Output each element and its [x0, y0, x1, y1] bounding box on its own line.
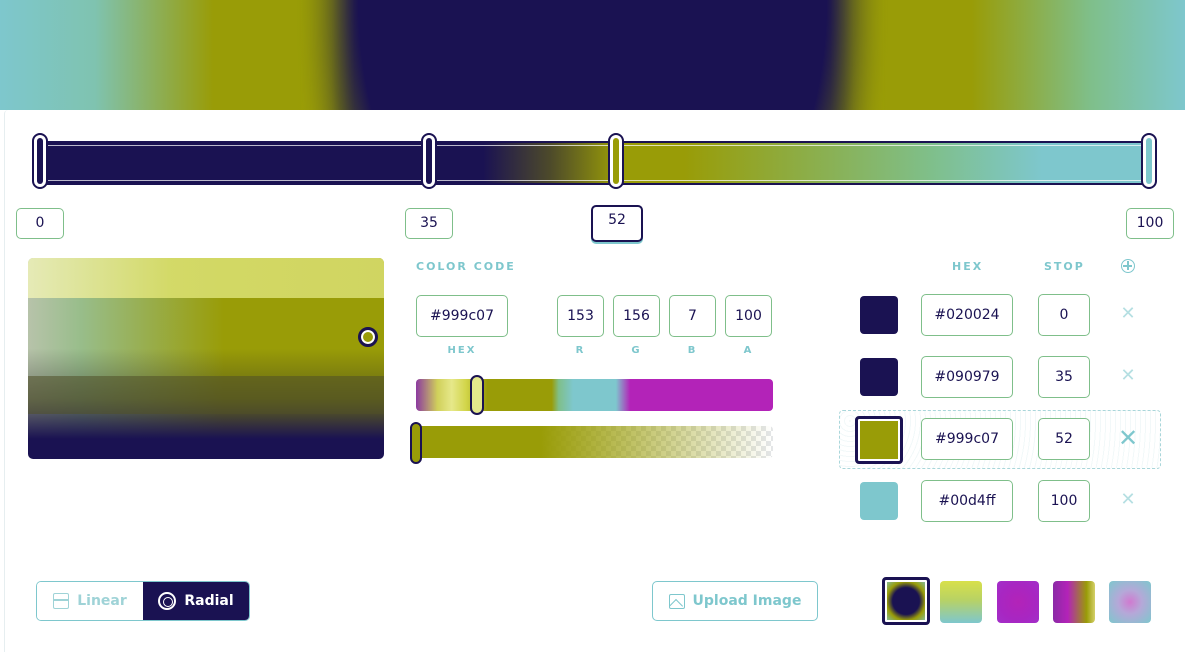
- remove-stop-icon[interactable]: ✕: [1118, 490, 1138, 510]
- stop-hex-input[interactable]: #00d4ff: [921, 480, 1013, 522]
- linear-label: Linear: [77, 593, 127, 609]
- alpha-slider-thumb[interactable]: [410, 422, 422, 464]
- stop-position-label[interactable]: 0: [16, 208, 64, 239]
- gradient-preview: [0, 0, 1185, 110]
- stop-column-header: STOP: [1044, 260, 1085, 273]
- blue-input[interactable]: 7: [669, 295, 716, 337]
- gradient-track[interactable]: [34, 141, 1156, 185]
- stop-hex-input[interactable]: #020024: [921, 294, 1013, 336]
- linear-icon: [53, 593, 70, 609]
- stop-position-input[interactable]: 0: [1038, 294, 1090, 336]
- hex-column-header: HEX: [952, 260, 984, 273]
- preset-swatch[interactable]: [1109, 581, 1151, 623]
- alpha-input[interactable]: 100: [725, 295, 772, 337]
- stop-position-label-active[interactable]: 52: [591, 205, 643, 242]
- stop-position-label[interactable]: 35: [405, 208, 453, 239]
- stop-swatch-active[interactable]: [855, 416, 903, 464]
- upload-image-label: Upload Image: [692, 593, 802, 609]
- hex-label: HEX: [447, 345, 477, 356]
- preset-swatch[interactable]: [1053, 581, 1095, 623]
- blue-label: B: [687, 345, 698, 356]
- gradient-mode-toggle: Linear Radial: [36, 581, 250, 621]
- stop-position-input[interactable]: 100: [1038, 480, 1090, 522]
- linear-mode-button[interactable]: Linear: [37, 582, 143, 620]
- stop-handle-52[interactable]: [608, 133, 624, 189]
- saturation-lightness-plane[interactable]: [28, 258, 384, 459]
- red-label: R: [575, 345, 586, 356]
- preset-swatch[interactable]: [940, 581, 982, 623]
- preset-swatch[interactable]: [997, 581, 1039, 623]
- stop-handle-100[interactable]: [1141, 133, 1157, 189]
- plane-picker-thumb[interactable]: [358, 327, 378, 347]
- stop-handle-0[interactable]: [32, 133, 48, 189]
- color-code-title: COLOR CODE: [416, 260, 516, 273]
- preset-swatch-active[interactable]: [882, 577, 930, 625]
- stop-position-input[interactable]: 35: [1038, 356, 1090, 398]
- image-icon: [668, 593, 685, 609]
- add-stop-icon[interactable]: [1121, 259, 1135, 273]
- remove-stop-icon[interactable]: ✕: [1118, 304, 1138, 324]
- radial-mode-button[interactable]: Radial: [143, 582, 249, 620]
- green-input[interactable]: 156: [613, 295, 660, 337]
- red-input[interactable]: 153: [557, 295, 604, 337]
- alpha-label: A: [743, 345, 754, 356]
- stop-hex-input[interactable]: #999c07: [921, 418, 1013, 460]
- hex-input[interactable]: #999c07: [416, 295, 508, 337]
- green-label: G: [631, 345, 642, 356]
- hue-slider-thumb[interactable]: [470, 375, 484, 415]
- remove-stop-icon[interactable]: ✕: [1118, 426, 1138, 450]
- radial-label: Radial: [184, 593, 234, 609]
- stop-position-label[interactable]: 100: [1126, 208, 1174, 239]
- remove-stop-icon[interactable]: ✕: [1118, 366, 1138, 386]
- stop-swatch[interactable]: [860, 482, 898, 520]
- stop-swatch[interactable]: [860, 358, 898, 396]
- stop-handle-35[interactable]: [421, 133, 437, 189]
- alpha-slider[interactable]: [416, 426, 773, 458]
- radial-icon: [158, 592, 177, 610]
- stop-swatch[interactable]: [860, 296, 898, 334]
- stop-hex-input[interactable]: #090979: [921, 356, 1013, 398]
- stop-position-input[interactable]: 52: [1038, 418, 1090, 460]
- upload-image-button[interactable]: Upload Image: [652, 581, 818, 621]
